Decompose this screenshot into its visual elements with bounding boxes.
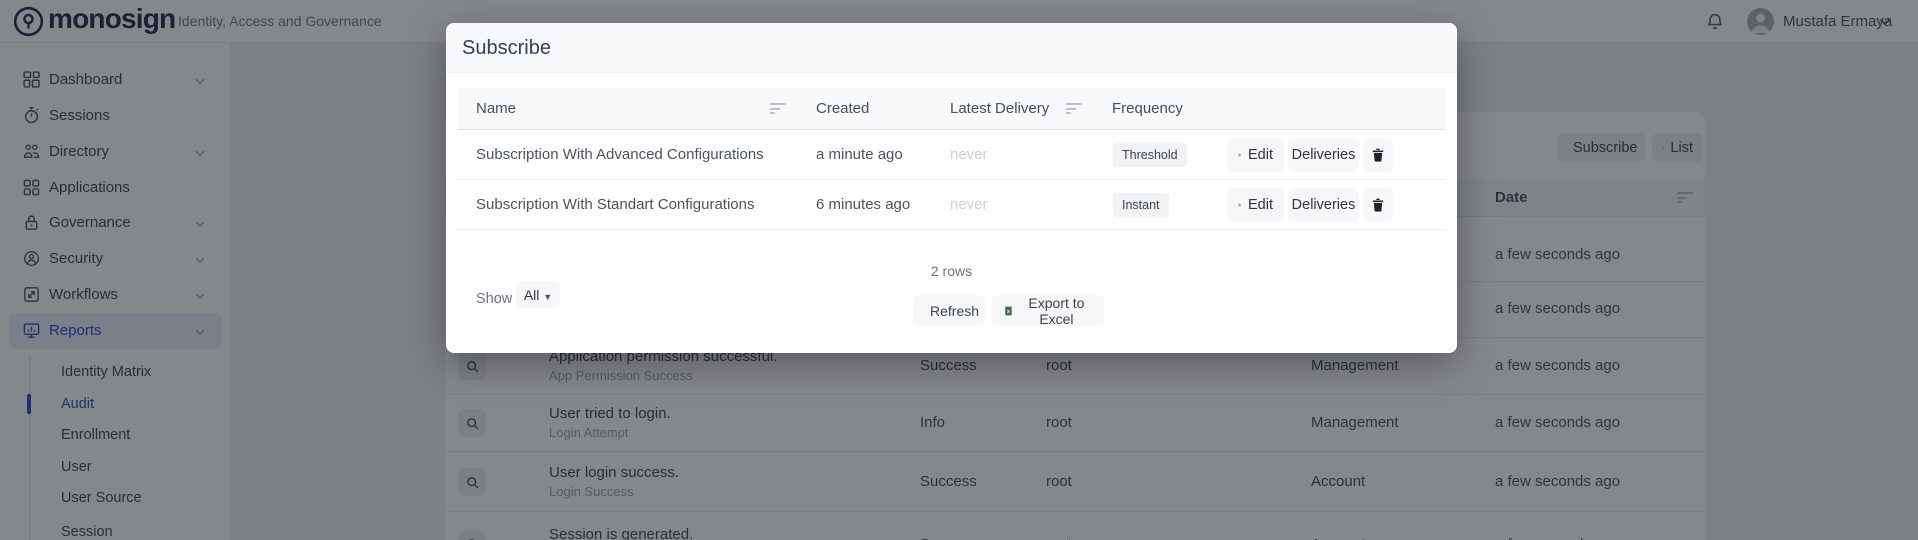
created-column-header[interactable]: Created <box>816 88 869 130</box>
row-count-text: 2 rows <box>446 263 1457 279</box>
deliveries-button[interactable]: Deliveries <box>1288 138 1359 172</box>
frequency-column-header[interactable]: Frequency <box>1112 88 1183 130</box>
subscription-latest-delivery: never <box>950 130 988 180</box>
edit-pencil-icon <box>1238 147 1241 163</box>
name-column-header[interactable]: Name <box>476 88 516 130</box>
edit-pencil-icon <box>1238 197 1241 213</box>
page-size-dropdown[interactable]: All ▼ <box>516 281 560 308</box>
excel-file-icon: x <box>1003 304 1014 318</box>
modal-header: Subscribe <box>446 23 1457 73</box>
trash-icon <box>1370 197 1386 213</box>
edit-subscription-button[interactable]: Edit <box>1227 138 1284 172</box>
show-label: Show <box>476 291 512 307</box>
subscribe-modal: Subscribe Name Created Latest Delivery F… <box>446 23 1457 353</box>
trash-icon <box>1370 147 1386 163</box>
subscription-row: Subscription With Standart Configuration… <box>458 180 1445 230</box>
deliveries-button[interactable]: Deliveries <box>1288 188 1359 222</box>
subscriptions-table-header: Name Created Latest Delivery Frequency <box>458 88 1445 130</box>
frequency-badge: Threshold <box>1113 143 1187 167</box>
subscription-name: Subscription With Advanced Configuration… <box>476 130 764 180</box>
name-sort-icon[interactable] <box>770 103 787 115</box>
subscription-created: 6 minutes ago <box>816 180 910 230</box>
edit-subscription-button[interactable]: Edit <box>1227 188 1284 222</box>
frequency-badge: Instant <box>1113 193 1169 217</box>
svg-text:x: x <box>1007 308 1010 314</box>
delete-subscription-button[interactable] <box>1363 188 1393 222</box>
export-to-excel-button[interactable]: x Export to Excel <box>992 295 1104 326</box>
subscription-row: Subscription With Advanced Configuration… <box>458 130 1445 180</box>
subscription-latest-delivery: never <box>950 180 988 230</box>
latest-delivery-sort-icon[interactable] <box>1066 103 1083 115</box>
latest-delivery-column-header[interactable]: Latest Delivery <box>950 88 1049 130</box>
delete-subscription-button[interactable] <box>1363 138 1393 172</box>
subscription-created: a minute ago <box>816 130 903 180</box>
caret-down-icon: ▼ <box>543 292 552 302</box>
modal-title: Subscribe <box>462 23 551 73</box>
refresh-button[interactable]: Refresh <box>913 295 985 326</box>
subscription-name: Subscription With Standart Configuration… <box>476 180 754 230</box>
